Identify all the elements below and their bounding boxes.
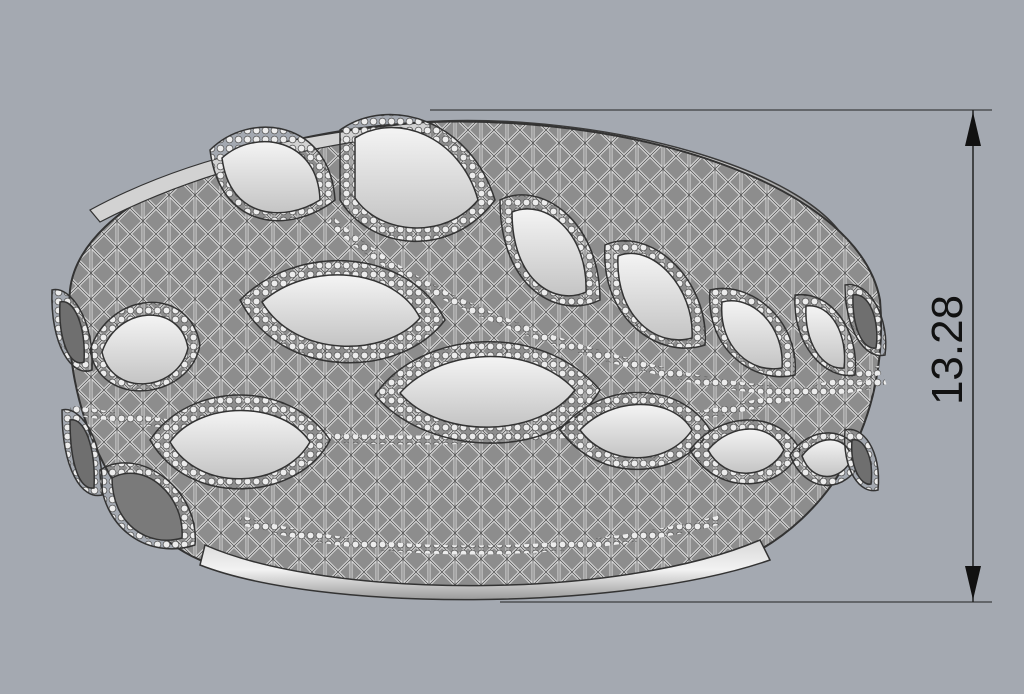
dimension-value: 13.28 xyxy=(923,295,972,405)
dimension-arrow-bottom xyxy=(965,566,981,600)
cad-viewport[interactable]: 13.28 xyxy=(0,0,1024,694)
dimension-arrow-top xyxy=(965,112,981,146)
ring-render: 13.28 xyxy=(51,109,992,603)
stone-setting xyxy=(843,428,880,492)
